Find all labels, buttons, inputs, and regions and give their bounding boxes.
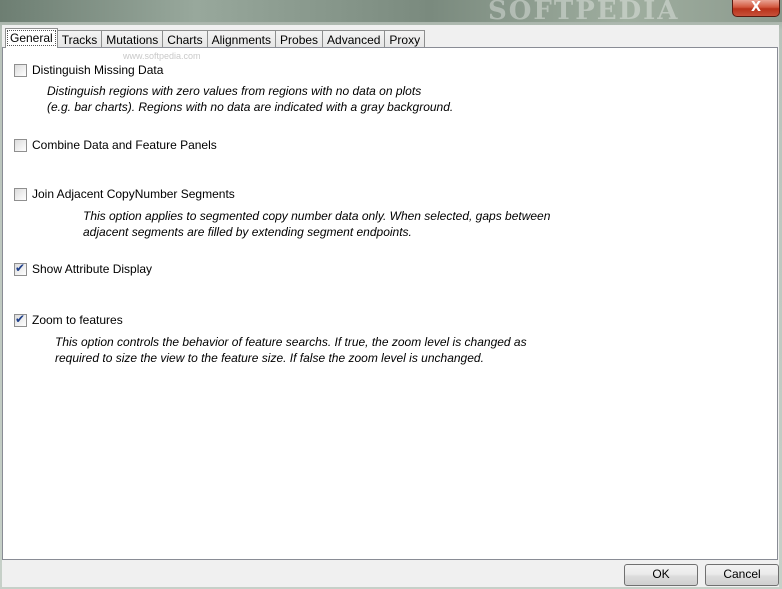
option-join-segments[interactable]: Join Adjacent CopyNumber Segments xyxy=(14,187,235,201)
join-segments-label: Join Adjacent CopyNumber Segments xyxy=(32,187,235,201)
preferences-window: SOFTPEDIA X General Tracks Mutations Cha… xyxy=(0,0,782,589)
distinguish-missing-data-label: Distinguish Missing Data xyxy=(32,63,164,77)
tab-bar: General Tracks Mutations Charts Alignmen… xyxy=(5,28,426,48)
description-line: Distinguish regions with zero values fro… xyxy=(47,84,422,98)
description-line: This option applies to segmented copy nu… xyxy=(83,209,551,223)
distinguish-missing-data-description: Distinguish regions with zero values fro… xyxy=(47,83,453,115)
dialog-client-area: General Tracks Mutations Charts Alignmen… xyxy=(2,25,779,587)
zoom-to-features-description: This option controls the behavior of fea… xyxy=(55,334,527,366)
cancel-button[interactable]: Cancel xyxy=(705,564,779,586)
option-distinguish-missing-data[interactable]: Distinguish Missing Data xyxy=(14,63,163,77)
ok-button[interactable]: OK xyxy=(624,564,698,586)
checkmark-icon: ✔ xyxy=(15,311,26,326)
combine-panels-checkbox[interactable] xyxy=(14,138,27,152)
close-button[interactable]: X xyxy=(732,0,780,17)
tab-charts[interactable]: Charts xyxy=(162,30,208,48)
watermark-url: www.softpedia.com xyxy=(123,51,201,61)
description-line: required to size the view to the feature… xyxy=(55,351,484,365)
watermark: SOFTPEDIA xyxy=(488,0,680,26)
zoom-to-features-checkbox[interactable]: ✔ xyxy=(14,311,27,327)
show-attribute-display-checkbox[interactable]: ✔ xyxy=(14,260,27,276)
tab-general[interactable]: General xyxy=(5,28,58,48)
tab-proxy[interactable]: Proxy xyxy=(384,30,426,48)
option-combine-panels[interactable]: Combine Data and Feature Panels xyxy=(14,138,217,152)
description-line: (e.g. bar charts). Regions with no data … xyxy=(47,100,454,114)
show-attribute-display-label: Show Attribute Display xyxy=(32,262,153,276)
description-line: adjacent segments are filled by extendin… xyxy=(83,225,412,239)
tab-mutations[interactable]: Mutations xyxy=(101,30,164,48)
option-zoom-to-features[interactable]: ✔ Zoom to features xyxy=(14,311,123,327)
checkmark-icon: ✔ xyxy=(15,260,26,275)
join-segments-description: This option applies to segmented copy nu… xyxy=(83,208,550,240)
tab-alignments[interactable]: Alignments xyxy=(206,30,277,48)
combine-panels-label: Combine Data and Feature Panels xyxy=(32,138,217,152)
tab-advanced[interactable]: Advanced xyxy=(322,30,386,48)
zoom-to-features-label: Zoom to features xyxy=(32,313,123,327)
option-show-attribute-display[interactable]: ✔ Show Attribute Display xyxy=(14,260,153,276)
description-line: This option controls the behavior of fea… xyxy=(55,335,527,349)
general-panel: www.softpedia.com Distinguish Missing Da… xyxy=(2,47,778,560)
tab-tracks[interactable]: Tracks xyxy=(56,30,103,48)
distinguish-missing-data-checkbox[interactable] xyxy=(14,63,27,77)
join-segments-checkbox[interactable] xyxy=(14,187,27,201)
tab-probes[interactable]: Probes xyxy=(275,30,324,48)
